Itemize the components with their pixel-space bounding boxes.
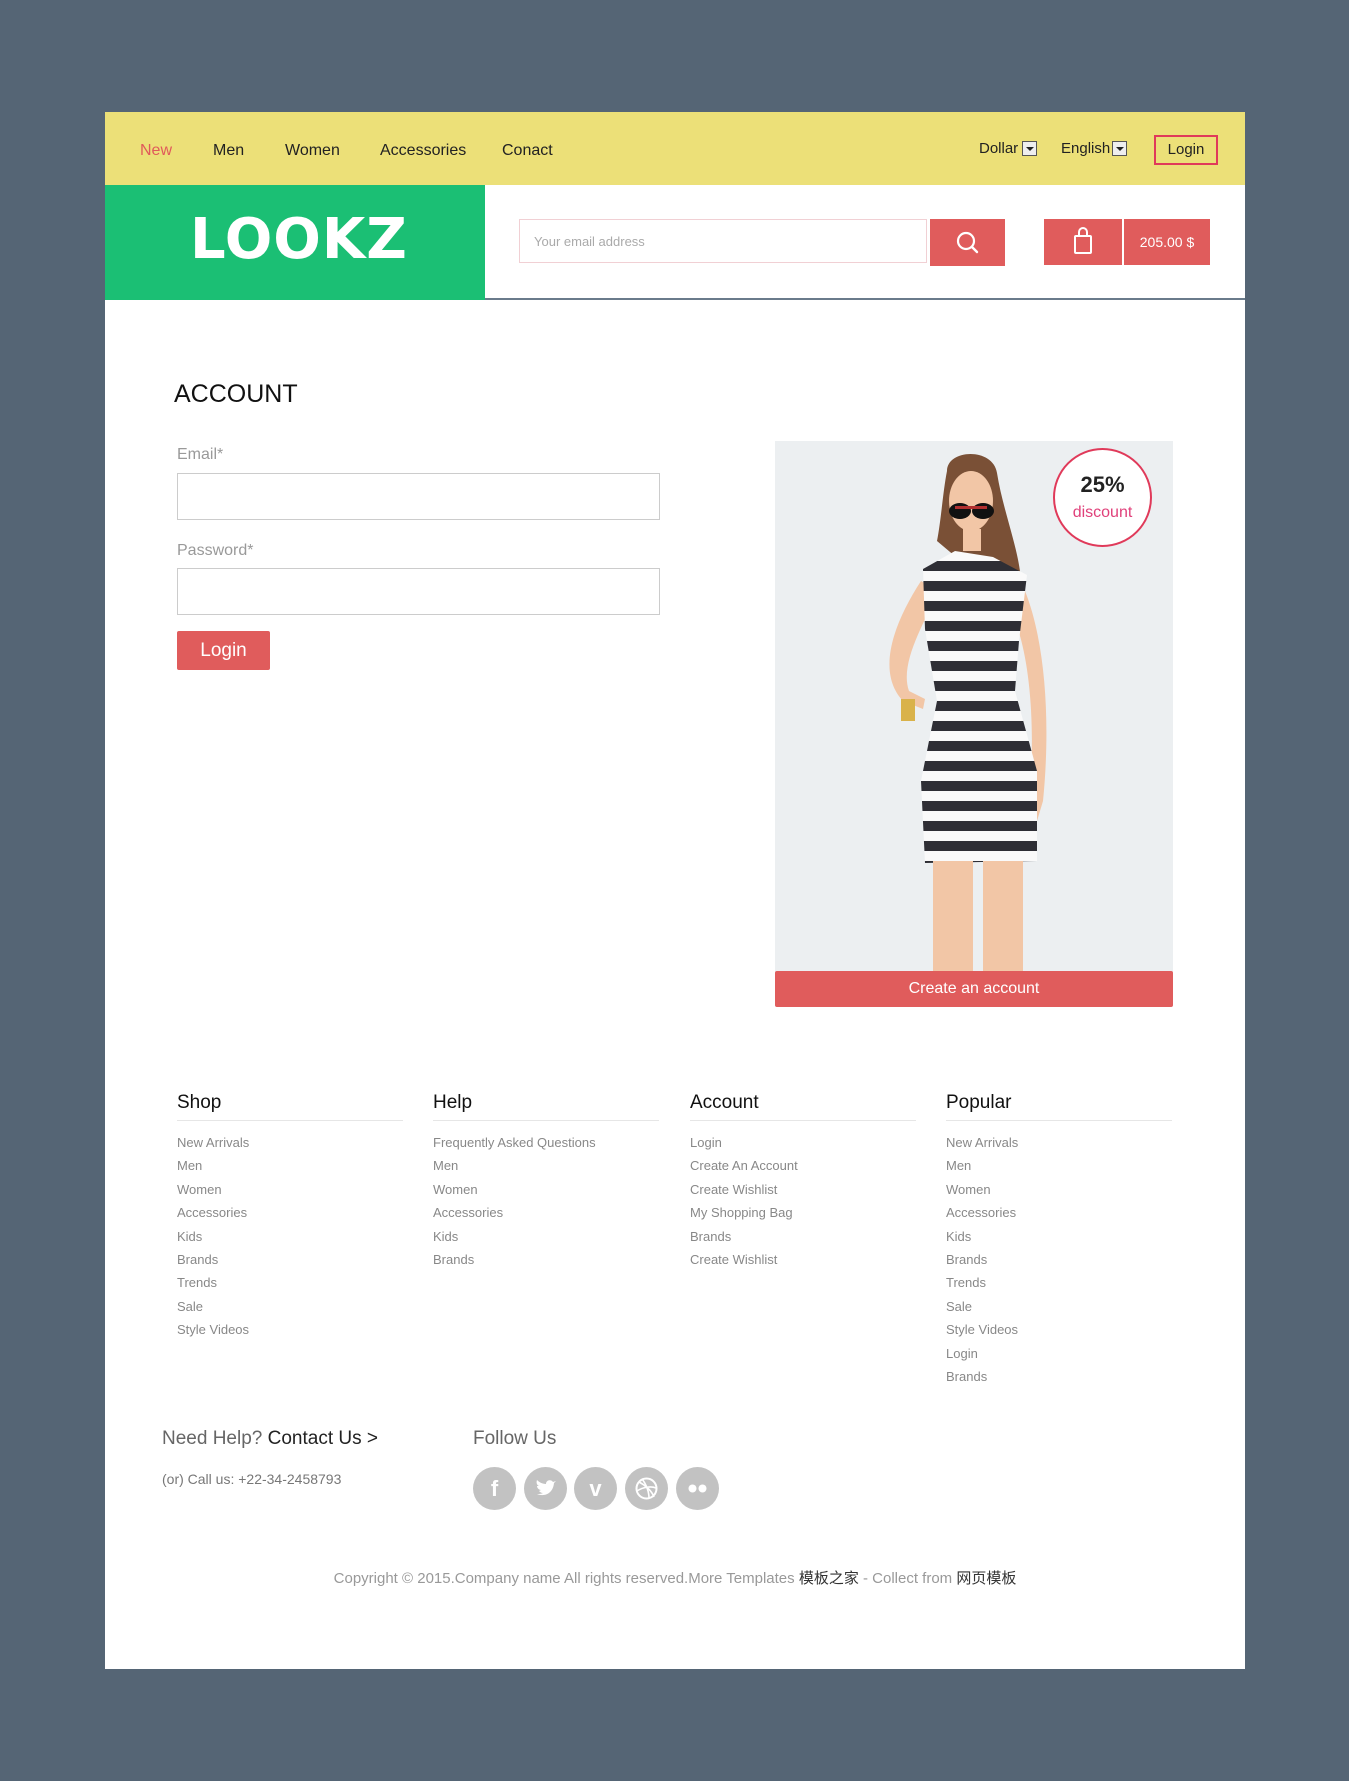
discount-badge: 25% discount [1053, 448, 1152, 547]
footer-link[interactable]: Kids [946, 1225, 1172, 1248]
copyright: Copyright © 2015.Company name All rights… [105, 1567, 1245, 1588]
nav-item-women[interactable]: Women [285, 142, 340, 160]
footer-link[interactable]: Create Wishlist [690, 1248, 916, 1271]
footer-link-list: Frequently Asked Questions Men Women Acc… [433, 1131, 659, 1271]
footer-link[interactable]: Kids [433, 1225, 659, 1248]
password-field[interactable] [177, 568, 660, 615]
flickr-icon[interactable] [676, 1467, 719, 1510]
call-us-text: (or) Call us: +22-34-2458793 [162, 1471, 342, 1487]
footer-link[interactable]: Login [946, 1342, 1172, 1365]
password-label: Password* [177, 542, 254, 559]
page-title: ACCOUNT [174, 380, 298, 408]
footer-link[interactable]: Trends [946, 1271, 1172, 1294]
footer-link[interactable]: Women [433, 1178, 659, 1201]
vimeo-icon[interactable]: v [574, 1467, 617, 1510]
currency-value: Dollar [979, 140, 1019, 157]
footer-link-list: New Arrivals Men Women Accessories Kids … [946, 1131, 1172, 1388]
login-button[interactable]: Login [177, 631, 270, 670]
footer-column-account: Account Login Create An Account Create W… [690, 1092, 916, 1271]
copyright-text: Copyright © 2015.Company name All rights… [333, 1570, 795, 1587]
email-label: Email* [177, 446, 224, 463]
footer-column-shop: Shop New Arrivals Men Women Accessories … [177, 1092, 403, 1342]
footer-link[interactable]: Kids [177, 1225, 403, 1248]
footer-link[interactable]: Style Videos [177, 1318, 403, 1341]
facebook-icon[interactable]: f [473, 1467, 516, 1510]
footer-column-title: Popular [946, 1092, 1172, 1121]
nav-item-men[interactable]: Men [213, 142, 244, 160]
contact-us-link[interactable]: Contact Us > [268, 1428, 378, 1449]
footer-link[interactable]: Login [690, 1131, 916, 1154]
footer-link[interactable]: Men [177, 1154, 403, 1177]
footer-link[interactable]: Women [946, 1178, 1172, 1201]
footer-link[interactable]: New Arrivals [946, 1131, 1172, 1154]
search-icon [956, 231, 979, 254]
footer-link[interactable]: My Shopping Bag [690, 1201, 916, 1224]
top-bar: New Men Women Accessories Conact Dollar … [105, 112, 1245, 185]
footer-link-list: New Arrivals Men Women Accessories Kids … [177, 1131, 403, 1342]
footer-link[interactable]: Sale [946, 1295, 1172, 1318]
cart-total[interactable]: 205.00 $ [1124, 219, 1210, 265]
chevron-down-icon [1022, 141, 1038, 156]
currency-select[interactable]: Dollar [979, 140, 1038, 157]
footer-link[interactable]: New Arrivals [177, 1131, 403, 1154]
email-field[interactable] [177, 473, 660, 520]
footer-column-help: Help Frequently Asked Questions Men Wome… [433, 1092, 659, 1271]
nav-item-new[interactable]: New [140, 142, 172, 160]
shopping-bag-icon [1074, 227, 1092, 254]
footer-link[interactable]: Accessories [433, 1201, 659, 1224]
create-account-button[interactable]: Create an account [775, 971, 1173, 1007]
nav-item-contact[interactable]: Conact [502, 142, 553, 160]
footer-link[interactable]: Sale [177, 1295, 403, 1318]
footer-column-title: Shop [177, 1092, 403, 1121]
promo-image: 25% discount [775, 441, 1173, 972]
footer-link[interactable]: Style Videos [946, 1318, 1172, 1341]
language-value: English [1061, 140, 1111, 157]
footer-column-popular: Popular New Arrivals Men Women Accessori… [946, 1092, 1172, 1388]
footer-link[interactable]: Trends [177, 1271, 403, 1294]
copyright-mid: - Collect from [858, 1570, 957, 1587]
footer-link[interactable]: Men [946, 1154, 1172, 1177]
nav-item-accessories[interactable]: Accessories [380, 142, 466, 160]
need-help: Need Help? Contact Us > [162, 1428, 378, 1450]
header-divider [485, 298, 1245, 300]
cart-button[interactable] [1044, 219, 1122, 265]
footer-link[interactable]: Create Wishlist [690, 1178, 916, 1201]
need-help-text: Need Help? [162, 1428, 263, 1449]
footer-link[interactable]: Accessories [177, 1201, 403, 1224]
dribbble-icon[interactable] [625, 1467, 668, 1510]
footer-link[interactable]: Frequently Asked Questions [433, 1131, 659, 1154]
copyright-link-1[interactable]: 模板之家 [799, 1570, 859, 1587]
page-container: New Men Women Accessories Conact Dollar … [105, 112, 1245, 1669]
logo: LOOKZ [190, 207, 408, 272]
footer-link-list: Login Create An Account Create Wishlist … [690, 1131, 916, 1271]
footer-link[interactable]: Create An Account [690, 1154, 916, 1177]
copyright-link-2[interactable]: 网页模板 [956, 1570, 1016, 1587]
discount-label: discount [1072, 504, 1133, 521]
footer-link[interactable]: Brands [177, 1248, 403, 1271]
top-login-button[interactable]: Login [1154, 135, 1218, 165]
footer-link[interactable]: Brands [690, 1225, 916, 1248]
footer-column-title: Help [433, 1092, 659, 1121]
search-button[interactable] [930, 219, 1005, 266]
email-search-input[interactable] [519, 219, 927, 263]
footer-link[interactable]: Accessories [946, 1201, 1172, 1224]
footer-link[interactable]: Men [433, 1154, 659, 1177]
footer-column-title: Account [690, 1092, 916, 1121]
footer-link[interactable]: Women [177, 1178, 403, 1201]
twitter-icon[interactable] [524, 1467, 567, 1510]
logo-block[interactable]: LOOKZ [105, 185, 485, 300]
follow-us-title: Follow Us [473, 1428, 557, 1449]
language-select[interactable]: English [1061, 140, 1128, 157]
footer-link[interactable]: Brands [946, 1248, 1172, 1271]
chevron-down-icon [1112, 141, 1128, 156]
footer-link[interactable]: Brands [946, 1365, 1172, 1388]
footer-link[interactable]: Brands [433, 1248, 659, 1271]
discount-percent: 25% [1080, 472, 1125, 497]
